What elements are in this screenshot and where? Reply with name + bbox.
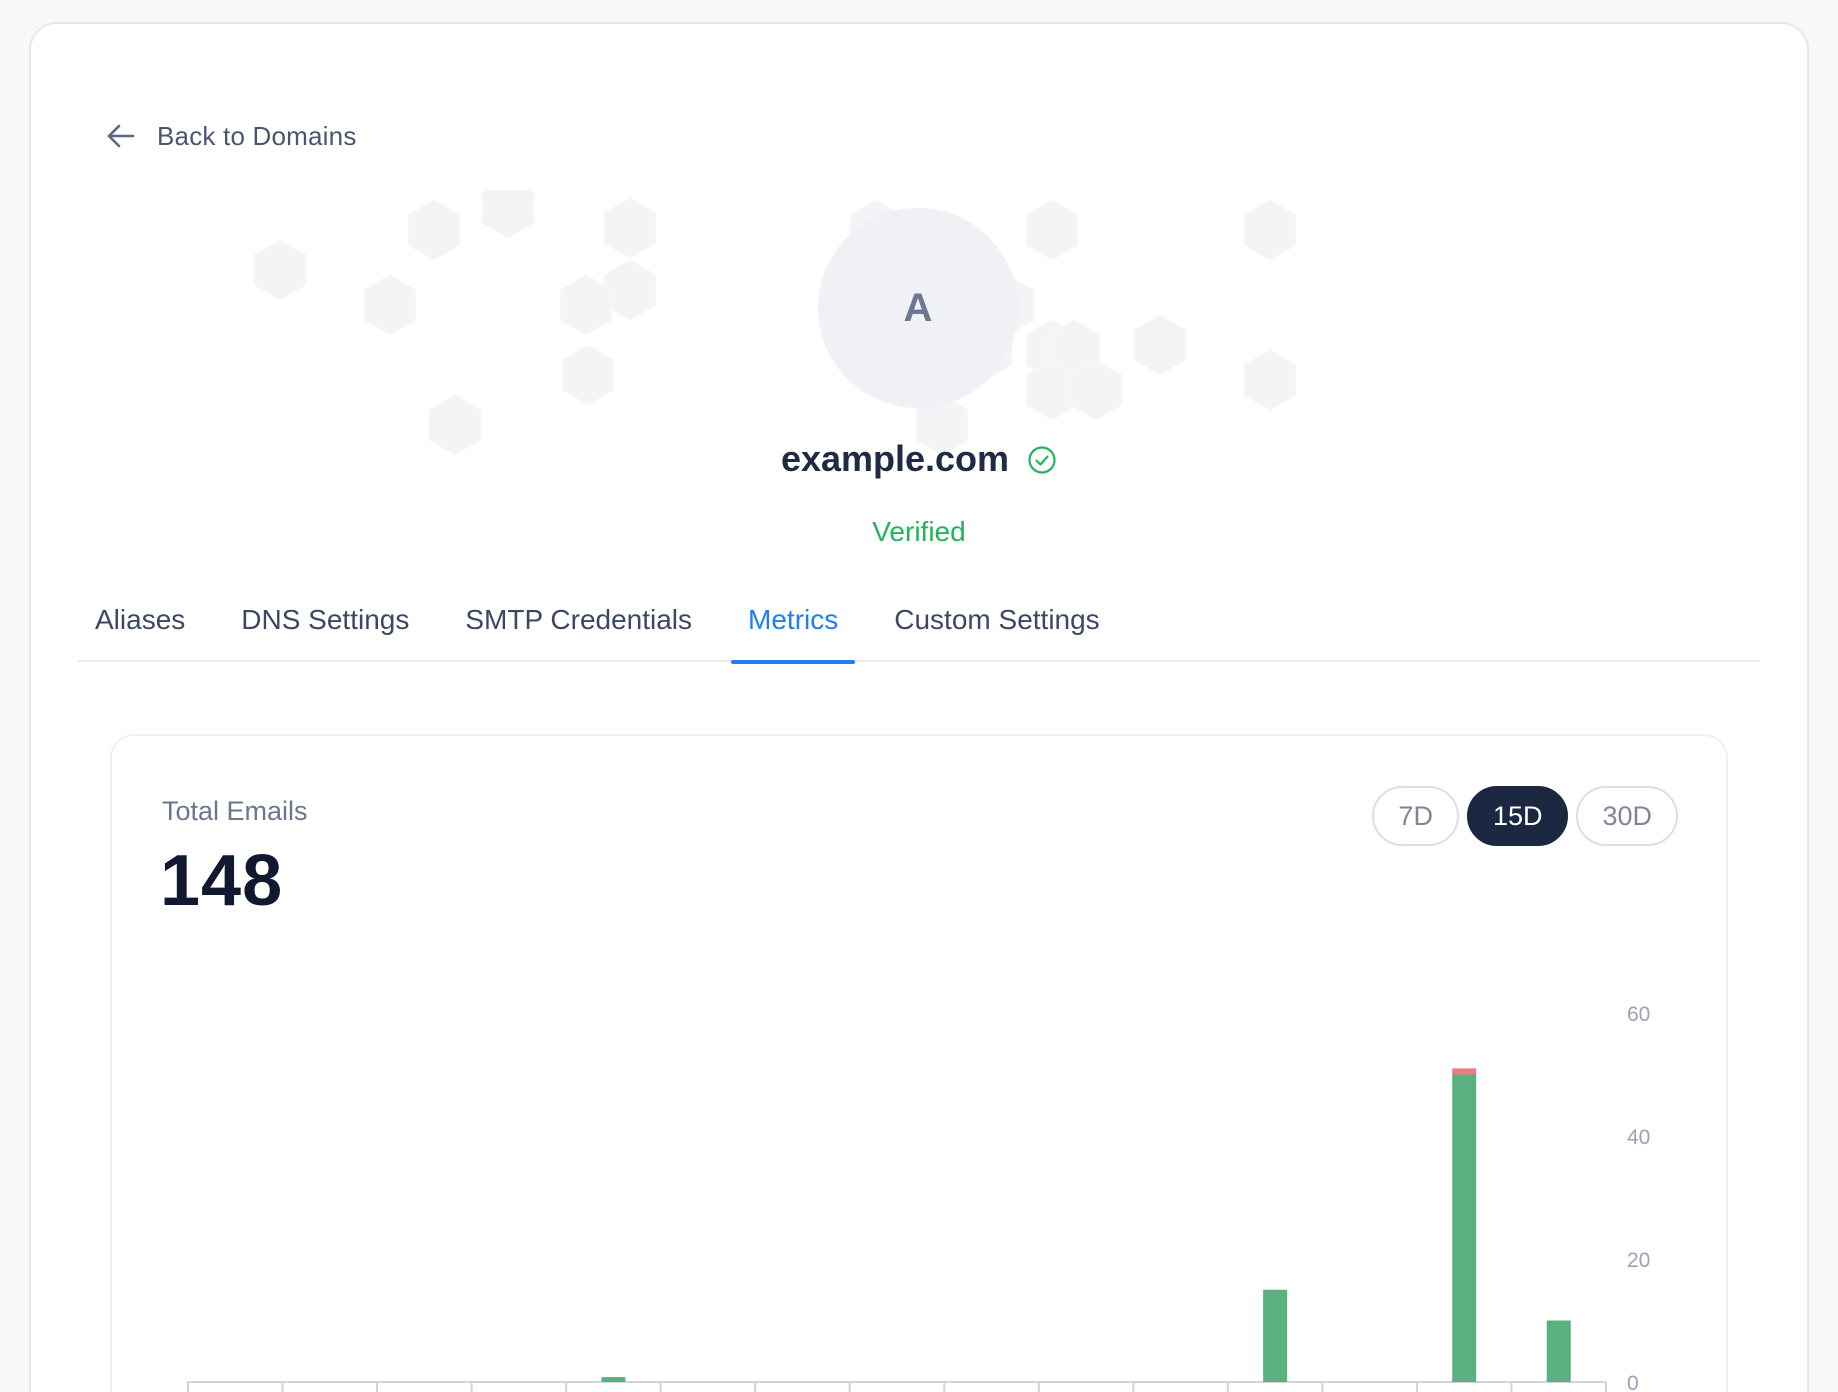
y-tick-label: 60	[1627, 1003, 1650, 1026]
tab-custom-settings[interactable]: Custom Settings	[877, 596, 1116, 662]
tab-metrics[interactable]: Metrics	[731, 596, 856, 664]
arrow-left-icon	[107, 124, 135, 148]
metrics-panel: Total Emails 148 7D 15D 30D 0 20 40 60	[110, 734, 1728, 1392]
verification-status: Verified	[872, 516, 966, 547]
bar-failed	[1452, 1068, 1477, 1075]
bar-delivered	[1452, 1074, 1477, 1382]
bar-delivered	[1263, 1289, 1288, 1382]
check-circle-icon	[1028, 446, 1056, 474]
domain-tabs: Aliases DNS Settings SMTP Credentials Me…	[78, 596, 1760, 664]
bar-delivered	[601, 1377, 626, 1382]
emails-bar-chart: 0 20 40 60	[187, 1003, 1650, 1392]
domain-name: example.com	[780, 438, 1010, 479]
y-tick-label: 40	[1627, 1126, 1650, 1149]
tab-aliases[interactable]: Aliases	[78, 596, 202, 662]
domain-header: example.com	[0, 438, 1838, 480]
domain-avatar: A	[818, 208, 1018, 408]
tab-smtp-credentials[interactable]: SMTP Credentials	[448, 596, 709, 662]
back-link-label: Back to Domains	[157, 120, 357, 151]
bar-delivered	[1546, 1320, 1571, 1382]
y-tick-label: 0	[1627, 1372, 1639, 1392]
tab-dns-settings[interactable]: DNS Settings	[224, 596, 426, 662]
back-to-domains-link[interactable]: Back to Domains	[103, 118, 357, 154]
y-tick-label: 20	[1627, 1249, 1650, 1272]
avatar-initial: A	[903, 285, 933, 330]
